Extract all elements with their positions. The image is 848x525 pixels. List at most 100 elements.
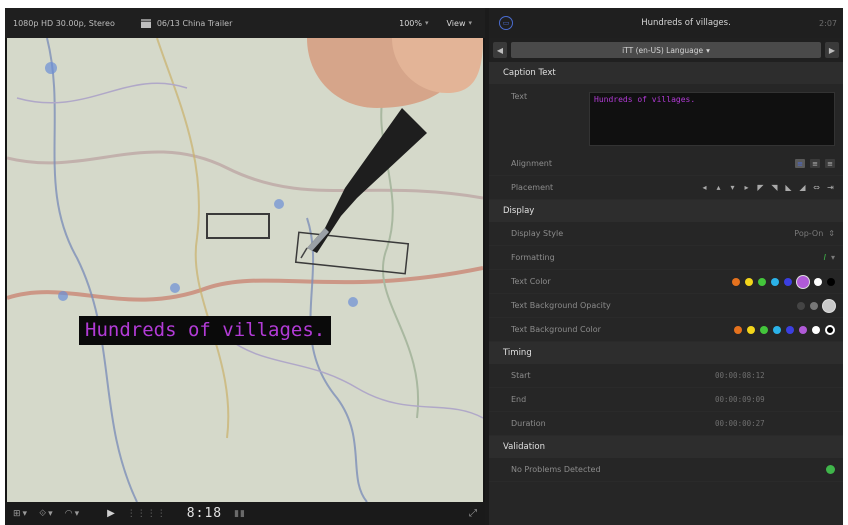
placement-top-right-icon[interactable]: ◥ [770, 183, 779, 192]
crop-icon: ⟐ [39, 508, 47, 519]
display-style-label: Display Style [511, 229, 564, 238]
text-color-row: Text Color [489, 270, 843, 294]
align-center-button[interactable]: ≡ [810, 159, 820, 168]
end-row: End 00:00:09:09 [489, 388, 843, 412]
zoom-value: 100% [399, 18, 422, 28]
app-window: 1080p HD 30.00p, Stereo 06/13 China Trai… [5, 8, 843, 525]
text-bg-color-swatch[interactable] [734, 325, 742, 334]
viewer-footer: ⊞ ▾ ⟐ ▾ ◠ ▾ ▶ ⋮⋮⋮⋮ 8:18 ▮▮ ⤢ [5, 502, 485, 525]
placement-label: Placement [511, 183, 554, 192]
fullscreen-icon[interactable]: ⤢ [469, 508, 477, 519]
opacity-100-swatch[interactable] [823, 299, 835, 312]
chevron-down-icon: ▾ [424, 19, 429, 27]
validation-status: No Problems Detected [511, 465, 601, 474]
opacity-50-swatch[interactable] [810, 301, 818, 310]
end-field[interactable]: 00:00:09:09 [715, 395, 835, 404]
text-color-swatch[interactable] [771, 277, 779, 286]
chevron-down-icon: ▾ [22, 508, 28, 519]
text-color-swatch[interactable] [827, 277, 835, 286]
alignment-label: Alignment [511, 159, 552, 168]
placement-fit-icon[interactable]: ⇔ [812, 183, 821, 192]
text-color-swatch[interactable] [797, 275, 809, 288]
play-button[interactable]: ▶ [107, 508, 115, 519]
text-color-swatch[interactable] [732, 277, 740, 286]
caption-overlay: Hundreds of villages. [79, 316, 332, 345]
text-bg-color-swatch[interactable] [760, 325, 768, 334]
text-bg-color-swatch[interactable] [747, 325, 755, 334]
angle-menu-button[interactable]: ⊞ ▾ [13, 509, 27, 519]
text-bg-color-swatch[interactable] [799, 325, 807, 334]
text-color-swatch[interactable] [758, 277, 766, 286]
text-color-label: Text Color [511, 277, 551, 286]
text-bg-color-label: Text Background Color [511, 325, 601, 334]
display-style-value: Pop-On [794, 229, 824, 238]
role-label: iTT (en-US) Language [622, 45, 704, 55]
chevron-down-icon: ▾ [74, 508, 80, 519]
align-left-button[interactable]: ≡ [795, 159, 805, 168]
placement-bottom-left-icon[interactable]: ◣ [784, 183, 793, 192]
view-label: View [446, 18, 466, 28]
timecode-display[interactable]: 8:18 [187, 506, 222, 521]
caption-text-field[interactable]: Hundreds of villages. [589, 92, 835, 146]
opacity-0-swatch[interactable] [797, 301, 805, 310]
placement-expand-icon[interactable]: ⇥ [826, 183, 835, 192]
inspector-duration: 2:07 [819, 18, 837, 28]
section-timing[interactable]: Timing [489, 342, 843, 364]
transform-menu-button[interactable]: ⟐ ▾ [39, 509, 53, 519]
placement-top-left-icon[interactable]: ◤ [756, 183, 765, 192]
text-color-swatch[interactable] [814, 277, 822, 286]
text-color-swatches [732, 275, 835, 288]
text-color-swatch[interactable] [745, 277, 753, 286]
duration-field[interactable]: 00:00:00:27 [715, 419, 835, 428]
italic-button[interactable]: I [824, 253, 826, 262]
chevron-down-icon[interactable]: ▾ [831, 253, 835, 262]
section-caption-text[interactable]: Caption Text [489, 62, 843, 84]
format-label: 1080p HD 30.00p, Stereo [13, 18, 115, 28]
text-bg-opacity-label: Text Background Opacity [511, 301, 611, 310]
text-bg-color-swatches [734, 324, 835, 335]
section-validation[interactable]: Validation [489, 436, 843, 458]
duration-label: Duration [511, 419, 546, 428]
zoom-menu[interactable]: 100% ▾ [394, 16, 433, 31]
project-label: 06/13 China Trailer [140, 18, 233, 28]
project-name: 06/13 China Trailer [156, 18, 233, 28]
placement-right-icon[interactable]: ▸ [742, 183, 751, 192]
formatting-row: Formatting I ▾ [489, 246, 843, 270]
placement-top-icon[interactable]: ▴ [714, 183, 723, 192]
placement-left-icon[interactable]: ◂ [700, 183, 709, 192]
placement-bottom-icon[interactable]: ▾ [728, 183, 737, 192]
text-bg-color-swatch[interactable] [786, 325, 794, 334]
inspector-title: Hundreds of villages. [641, 18, 731, 28]
next-caption-button[interactable]: ▶ [825, 42, 839, 58]
text-color-swatch[interactable] [784, 277, 792, 286]
display-style-row: Display Style Pop-On ⇕ [489, 222, 843, 246]
duration-row: Duration 00:00:00:27 [489, 412, 843, 436]
start-field[interactable]: 00:00:08:12 [715, 371, 835, 380]
start-label: Start [511, 371, 531, 380]
previous-caption-button[interactable]: ◀ [493, 42, 507, 58]
audio-meter-icon: ▮▮ [234, 508, 247, 519]
viewer-toolbar: 1080p HD 30.00p, Stereo 06/13 China Trai… [5, 8, 485, 38]
text-bg-color-swatch[interactable] [812, 325, 820, 334]
text-bg-color-swatch[interactable] [773, 325, 781, 334]
chevron-updown-icon: ⇕ [828, 229, 835, 238]
caption-inspector: ▭ Hundreds of villages. 2:07 ◀ iTT (en-U… [489, 8, 843, 525]
video-frame[interactable]: Hundreds of villages. [7, 38, 483, 502]
clapper-icon [140, 18, 151, 28]
caption-icon[interactable]: ▭ [499, 16, 513, 30]
view-menu[interactable]: View ▾ [442, 16, 478, 31]
chevron-down-icon: ▾ [706, 45, 710, 55]
display-style-menu[interactable]: Pop-On ⇕ [794, 229, 835, 238]
text-label: Text [511, 92, 528, 101]
align-right-button[interactable]: ≡ [825, 159, 835, 168]
role-selector[interactable]: iTT (en-US) Language ▾ [511, 42, 821, 58]
formatting-label: Formatting [511, 253, 555, 262]
speed-icon: ◠ [64, 508, 73, 519]
map-image [7, 38, 483, 502]
section-display[interactable]: Display [489, 200, 843, 222]
placement-bottom-right-icon[interactable]: ◢ [798, 183, 807, 192]
caption-navigation: ◀ iTT (en-US) Language ▾ ▶ [489, 38, 843, 62]
text-bg-color-swatch[interactable] [825, 324, 835, 335]
speed-menu-button[interactable]: ◠ ▾ [65, 509, 79, 519]
chevron-down-icon: ▾ [48, 508, 53, 519]
